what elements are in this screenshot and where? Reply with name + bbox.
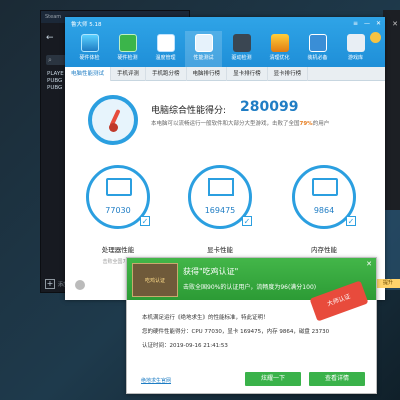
avatar[interactable] — [75, 280, 85, 290]
hardware-detect-icon — [118, 34, 137, 52]
minimize-icon[interactable]: — — [364, 20, 370, 27]
tool-hardware-detect[interactable]: 硬件检测 — [109, 31, 146, 67]
popup-line: 您的硬件性能得分：CPU 77030，显卡 169475，内存 9864，磁盘 … — [142, 329, 330, 335]
score-desc-suffix: 的用户 — [312, 121, 330, 127]
tool-label: 游戏库 — [347, 55, 363, 61]
popup-title: 获得"吃鸡认证" — [183, 267, 239, 276]
memory-label: 内存性能 — [311, 246, 337, 254]
tab-pc-test[interactable]: 电脑性能测试 — [65, 67, 112, 81]
tool-label: 硬件检测 — [117, 55, 138, 61]
performance-test-icon — [194, 34, 213, 52]
score-percent: 79% — [299, 121, 313, 127]
total-score: 280099 — [240, 99, 299, 115]
tool-clean[interactable]: 清理优化 — [261, 31, 298, 67]
gpu-score-card[interactable]: 169475 ✓ — [188, 165, 252, 229]
popup-line: 认证时间：2019-09-16 21:41:53 — [142, 343, 228, 349]
tool-games[interactable]: 游戏库 — [337, 31, 374, 67]
list-item[interactable]: PUBG — [47, 78, 64, 85]
gpu-label: 显卡性能 — [207, 246, 233, 254]
add-game-button[interactable]: + — [45, 279, 55, 289]
tool-label: 装机必备 — [307, 55, 328, 61]
essentials-icon — [308, 34, 327, 52]
memory-score-card[interactable]: 9864 ✓ — [292, 165, 356, 229]
cpu-score-card[interactable]: 77030 ✓ — [86, 165, 150, 229]
driver-icon — [232, 34, 251, 52]
list-item[interactable]: PLAYE — [47, 71, 64, 78]
tool-label: 性能测试 — [193, 55, 214, 61]
back-arrow-icon[interactable]: ← — [46, 33, 54, 43]
tool-label: 清理优化 — [269, 55, 290, 61]
pubg-badge-icon: 吃鸡认证 — [132, 263, 178, 297]
score-gauge-icon — [88, 95, 138, 145]
pubg-site-link[interactable]: 绝地求生官网 — [141, 377, 171, 384]
tab-bar: 电脑性能测试 手机评测 手机跑分榜 电脑排行榜 显卡排行榜 显卡排行榜 — [65, 67, 385, 81]
certification-popup[interactable]: 吃鸡认证 获得"吃鸡认证" 击败全国90%的认证用户，流畅度为96(满分100)… — [126, 257, 377, 394]
tab-gpu-rank-2[interactable]: 显卡排行榜 — [268, 67, 309, 81]
close-icon[interactable]: ✕ — [376, 20, 381, 27]
tab-phone-review[interactable]: 手机评测 — [111, 67, 147, 81]
tool-label: 温度管理 — [155, 55, 176, 61]
clean-icon — [270, 34, 289, 52]
tool-label: 硬件体检 — [79, 55, 100, 61]
menu-icon[interactable]: ≡ — [353, 20, 358, 27]
master-header: 鲁大师 5.18 ≡ — ✕ 硬件体检 硬件检测 温度管理 性能测试 驱动检测 … — [65, 17, 385, 67]
gamepad-icon — [346, 34, 365, 52]
upgrade-button[interactable]: 提升 — [376, 279, 400, 288]
tab-gpu-rank[interactable]: 显卡排行榜 — [227, 67, 268, 81]
score-description: 本电脑可以流畅运行一般软件和大部分大型游戏，击败了全国79%的用户 — [151, 119, 329, 127]
tab-phone-rank[interactable]: 手机跑分榜 — [146, 67, 187, 81]
close-icon[interactable]: ✕ — [366, 260, 372, 268]
hardware-checkup-icon — [80, 34, 99, 52]
tab-pc-rank[interactable]: 电脑排行榜 — [187, 67, 228, 81]
cpu-score: 77030 — [105, 206, 131, 215]
share-button[interactable]: 炫耀一下 — [245, 372, 301, 386]
popup-subtitle: 击败全国90%的认证用户，流畅度为96(满分100) — [183, 284, 317, 291]
gpu-chip-icon — [208, 178, 234, 196]
tool-bar: 硬件体检 硬件检测 温度管理 性能测试 驱动检测 清理优化 装机必备 游戏库 — [71, 31, 374, 67]
master-title: 鲁大师 5.18 — [71, 22, 102, 28]
search-icon: ⌕ — [48, 56, 52, 64]
tool-driver[interactable]: 驱动检测 — [223, 31, 260, 67]
score-desc-prefix: 本电脑可以流畅运行一般软件和大部分大型游戏，击败了全国 — [151, 121, 300, 127]
gauge-center — [109, 123, 118, 132]
tool-essentials[interactable]: 装机必备 — [299, 31, 336, 67]
cpu-monitor-icon — [106, 178, 132, 196]
memory-score: 9864 — [313, 206, 335, 215]
score-label: 电脑综合性能得分: — [151, 106, 227, 116]
tool-hardware-checkup[interactable]: 硬件体检 — [71, 31, 108, 67]
check-icon: ✓ — [346, 216, 356, 226]
check-icon: ✓ — [242, 216, 252, 226]
view-details-button[interactable]: 查看详情 — [309, 372, 365, 386]
tool-label: 驱动检测 — [231, 55, 252, 61]
check-icon: ✓ — [140, 216, 150, 226]
memory-icon — [312, 178, 338, 196]
temperature-icon — [156, 34, 175, 52]
close-icon[interactable]: ✕ — [392, 20, 398, 28]
window-controls: ≡ — ✕ — [353, 20, 381, 27]
popup-line: 本机满足运行《绝地求生》的性能标准，特此证明！ — [142, 315, 269, 321]
steam-game-list[interactable]: PLAYE PUBG PUBG — [47, 71, 64, 92]
background-window[interactable]: ✕ — [383, 10, 400, 210]
cpu-label: 处理器性能 — [101, 246, 135, 254]
tool-temperature[interactable]: 温度管理 — [147, 31, 184, 67]
gpu-score: 169475 — [204, 206, 236, 215]
list-item[interactable]: PUBG — [47, 85, 64, 92]
tool-performance-test[interactable]: 性能测试 — [185, 31, 222, 67]
